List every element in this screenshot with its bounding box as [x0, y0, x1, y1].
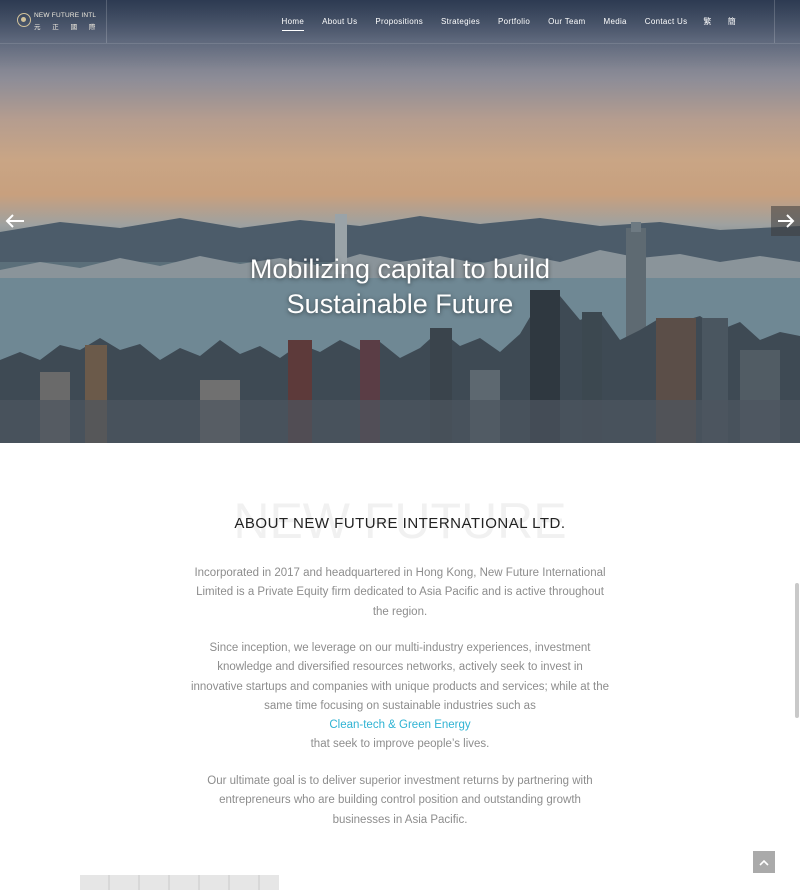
slider-next-button[interactable]: [771, 206, 800, 236]
nav-menu: Home About Us Propositions Strategies Po…: [264, 0, 736, 43]
nav-item-lang-traditional[interactable]: 繁: [703, 16, 711, 27]
about-paragraph-2: Since inception, we leverage on our mult…: [190, 639, 610, 755]
brand-name-cn: 元 正 國 際: [34, 24, 101, 31]
slider-prev-button[interactable]: [0, 206, 29, 236]
nav-item-media[interactable]: Media: [604, 17, 627, 26]
about-section: NEW FUTURE ABOUT NEW FUTURE INTERNATIONA…: [0, 443, 800, 890]
about-paragraph-1: Incorporated in 2017 and headquartered i…: [194, 567, 606, 618]
nav-item-about-us[interactable]: About Us: [322, 17, 357, 26]
nav-item-our-team[interactable]: Our Team: [548, 17, 585, 26]
chevron-up-icon: [759, 859, 769, 866]
section-title: ABOUT NEW FUTURE INTERNATIONAL LTD.: [234, 515, 566, 532]
about-paragraph-2-text: Since inception, we leverage on our mult…: [190, 642, 610, 712]
arrow-left-icon: [5, 214, 24, 228]
hero-title-line2: Sustainable Future: [286, 289, 514, 319]
brand-name: NEW FUTURE INTL: [34, 12, 97, 19]
nav-item-portfolio[interactable]: Portfolio: [498, 17, 530, 26]
scrollbar-thumb[interactable]: [795, 583, 799, 718]
hero-title-line1: Mobilizing capital to build: [249, 254, 551, 284]
clean-tech-link[interactable]: Clean-tech & Green Energy: [329, 719, 470, 731]
puzzle-image: [80, 875, 279, 890]
navbar: NEW FUTURE INTL 元 正 國 際 Home About Us Pr…: [0, 0, 800, 44]
nav-item-contact-us[interactable]: Contact Us: [645, 17, 688, 26]
nav-item-home[interactable]: Home: [281, 17, 305, 31]
nav-item-propositions[interactable]: Propositions: [375, 17, 423, 26]
nav-item-strategies[interactable]: Strategies: [441, 17, 480, 26]
back-to-top-button[interactable]: [753, 851, 775, 873]
brand-logo-link[interactable]: NEW FUTURE INTL 元 正 國 際: [0, 0, 107, 43]
hero-title: Mobilizing capital to build Sustainable …: [0, 252, 800, 322]
about-paragraph-2-end: that seek to improve people’s lives.: [310, 738, 490, 751]
logo-icon: [17, 13, 31, 27]
about-paragraph-3: Our ultimate goal is to deliver superior…: [207, 775, 593, 826]
arrow-right-icon: [777, 214, 794, 228]
nav-item-lang-simplified[interactable]: 簡: [728, 16, 736, 27]
hero-slider: [0, 0, 800, 443]
